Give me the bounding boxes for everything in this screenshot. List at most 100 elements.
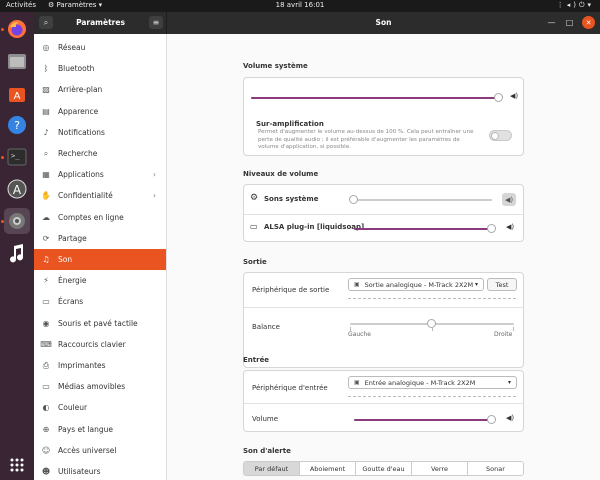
sidebar-item-label: Pays et langue [58, 424, 114, 434]
activities-button[interactable]: Activités [6, 1, 36, 9]
settings-icon[interactable] [4, 208, 30, 234]
sidebar-item-pays-et-langue[interactable]: ⊕ Pays et langue [34, 419, 166, 440]
output-device-dropdown[interactable]: ▣ Sortie analogique - M-Track 2X2M ▾ [348, 278, 484, 291]
sidebar-item-raccourcis-clavier[interactable]: ⌨ Raccourcis clavier [34, 334, 166, 355]
music-icon[interactable] [4, 240, 30, 266]
sidebar-item-couleur[interactable]: ◐ Couleur [34, 397, 166, 418]
sound-panel: Volume système ◀) Sur-amplification Perm… [167, 34, 600, 480]
software-updater-icon[interactable]: A [4, 176, 30, 202]
device-icon: ▣ [354, 379, 360, 386]
sidebar-item-label: Arrière-plan [58, 85, 103, 95]
input-device-value: Entrée analogique - M-Track 2X2M [364, 378, 476, 387]
row-separator [244, 403, 523, 404]
color-icon: ◐ [42, 403, 50, 413]
search-button[interactable]: ⌕ [39, 16, 53, 29]
hamburger-icon: ≡ [152, 18, 160, 27]
sidebar-item-médias-amovibles[interactable]: ▭ Médias amovibles [34, 376, 166, 397]
help-icon[interactable]: ? [4, 112, 30, 138]
sidebar-item-utilisateurs[interactable]: ☻ Utilisateurs [34, 461, 166, 480]
slider-fill [251, 97, 499, 99]
mute-button[interactable]: ◀) [502, 193, 516, 206]
sidebar: ◎ Réseau ᛒ Bluetooth ▨ Arrière-plan ▤ Apparence… [34, 34, 167, 480]
sidebar-item-label: Raccourcis clavier [58, 339, 126, 349]
sidebar-item-écrans[interactable]: ▭ Écrans [34, 291, 166, 312]
alsa-plugin-label: ALSA plug-in [liquidsoap] [264, 223, 365, 231]
power-icon: ⚡ [43, 276, 49, 286]
sidebar-item-comptes-en-ligne[interactable]: ☁ Comptes en ligne [34, 207, 166, 228]
sidebar-item-label: Écrans [58, 297, 84, 307]
applications-icon: ▦ [42, 170, 50, 180]
appearance-icon: ▤ [42, 106, 50, 116]
output-device-value: Sortie analogique - M-Track 2X2M [364, 280, 474, 289]
sidebar-item-accès-universel[interactable]: ☺ Accès universel [34, 440, 166, 461]
slider-thumb[interactable] [487, 224, 496, 233]
running-indicator [1, 220, 4, 223]
alert-option-button[interactable]: Aboiement [300, 462, 356, 475]
terminal-icon[interactable]: >_ [4, 144, 30, 170]
maximize-button[interactable]: □ [563, 16, 576, 29]
system-tray[interactable]: ⋮◂)⏻▾ [557, 1, 594, 10]
users-icon: ☻ [41, 467, 51, 476]
app-menu-label: Paramètres [56, 1, 97, 9]
alert-option-button[interactable]: Sonar [468, 462, 523, 475]
software-store-icon[interactable]: A [4, 80, 30, 106]
section-title-volume-levels: Niveaux de volume [243, 170, 319, 178]
volume-high-icon: ◀) [506, 414, 515, 422]
chevron-down-icon: ▾ [587, 1, 594, 9]
balance-left-label: Gauche [348, 331, 371, 338]
system-sounds-slider[interactable] [349, 195, 492, 204]
sidebar-item-son[interactable]: ♫ Son [34, 249, 166, 270]
volume-high-icon: ◀) [510, 92, 519, 100]
overamplification-toggle[interactable] [489, 130, 512, 141]
svg-text:A: A [13, 183, 22, 197]
sidebar-item-applications[interactable]: ▦ Applications › [34, 164, 166, 185]
overamplification-description: Permet d'augmenter le volume au-dessus d… [258, 129, 474, 150]
input-device-dropdown[interactable]: ▣ Entrée analogique - M-Track 2X2M ▾ [348, 376, 517, 389]
input-device-label: Périphérique d'entrée [252, 384, 328, 392]
minimize-icon: — [547, 18, 556, 27]
sidebar-item-partage[interactable]: ⟳ Partage [34, 228, 166, 249]
sidebar-item-apparence[interactable]: ▤ Apparence [34, 101, 166, 122]
svg-text:>_: >_ [11, 152, 20, 160]
alert-option-button[interactable]: Goutte d'eau [356, 462, 412, 475]
search-icon: ⌕ [43, 17, 49, 27]
tick-mark [432, 327, 433, 331]
balance-label: Balance [252, 323, 280, 331]
menu-button[interactable]: ≡ [149, 16, 163, 29]
sidebar-item-label: Imprimantes [58, 361, 106, 370]
system-sounds-icon: ⚙ [250, 193, 259, 203]
balance-slider[interactable] [350, 319, 514, 328]
sidebar-item-confidentialité[interactable]: ✋ Confidentialité › [34, 185, 166, 206]
test-button[interactable]: Test [487, 278, 517, 291]
network-icon: ◎ [42, 43, 50, 52]
alert-option-button[interactable]: Par défaut [244, 462, 300, 475]
app-menu[interactable]: ⚙ Paramètres ▾ [48, 1, 102, 9]
device-icon: ▣ [354, 281, 360, 288]
sidebar-item-réseau[interactable]: ◎ Réseau [34, 37, 166, 58]
alsa-plugin-slider[interactable] [354, 224, 496, 233]
input-level-meter [348, 396, 516, 397]
sidebar-item-imprimantes[interactable]: ⎙ Imprimantes [34, 355, 166, 376]
sidebar-item-notifications[interactable]: ♪ Notifications [34, 122, 166, 143]
sidebar-item-souris-et-pavé-tactile[interactable]: ◉ Souris et pavé tactile [34, 313, 166, 334]
system-volume-slider[interactable] [251, 93, 503, 102]
sidebar-item-recherche[interactable]: ⌕ Recherche [34, 143, 166, 164]
sidebar-item-bluetooth[interactable]: ᛒ Bluetooth [34, 58, 166, 79]
sidebar-item-label: Partage [58, 233, 87, 243]
firefox-icon[interactable] [4, 16, 30, 42]
slider-thumb[interactable] [494, 93, 503, 102]
files-icon[interactable] [4, 48, 30, 74]
slider-thumb[interactable] [487, 415, 496, 424]
alert-option-button[interactable]: Verre [412, 462, 468, 475]
sidebar-item-arrière-plan[interactable]: ▨ Arrière-plan [34, 79, 166, 100]
system-volume-frame: ◀) Sur-amplification Permet d'augmenter … [243, 77, 524, 156]
close-button[interactable]: ✕ [582, 16, 595, 29]
input-volume-slider[interactable] [354, 415, 496, 424]
slider-thumb[interactable] [349, 195, 358, 204]
sidebar-item-label: Réseau [58, 43, 86, 52]
sidebar-item-énergie[interactable]: ⚡ Énergie [34, 270, 166, 291]
sidebar-item-label: Souris et pavé tactile [58, 318, 138, 328]
close-icon: ✕ [585, 18, 592, 27]
minimize-button[interactable]: — [545, 16, 558, 29]
app-grid-icon[interactable] [4, 452, 30, 478]
